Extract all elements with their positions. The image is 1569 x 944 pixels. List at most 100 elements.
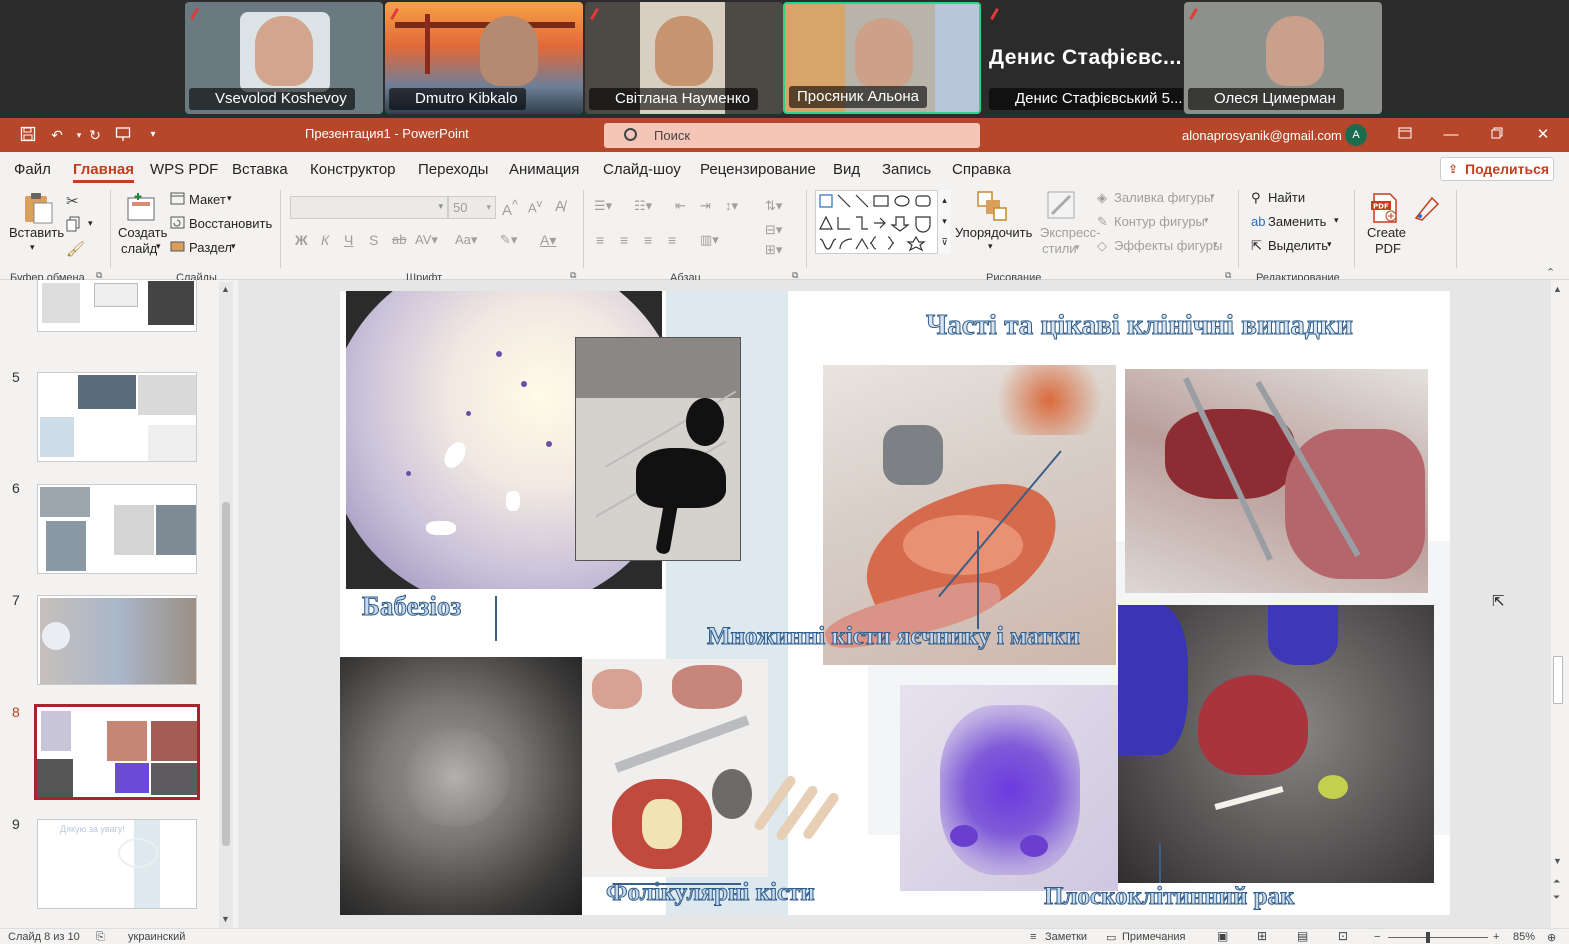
shape-effects-dropdown-icon[interactable]: ▾ (1213, 239, 1218, 250)
caption-squamous-carcinoma[interactable]: Плоскоклітинний рак (1043, 883, 1294, 911)
participant-tile[interactable]: Dmutro Kibkalo (385, 2, 583, 114)
collapse-ribbon-icon[interactable]: ⌃ (1546, 266, 1555, 279)
black-dog-photo[interactable] (575, 337, 741, 561)
align-left-icon[interactable]: ≡ (596, 232, 604, 248)
thumbnail-scroll-thumb[interactable] (222, 502, 230, 846)
line-spacing-icon[interactable]: ↕▾ (725, 198, 738, 214)
columns-icon[interactable]: ▥▾ (700, 232, 719, 248)
slide-thumbnail-9[interactable]: Дякую за увагу! (37, 819, 197, 909)
increase-font-icon[interactable]: A^ (502, 198, 518, 219)
font-name-dropdown-icon[interactable]: ▾ (438, 201, 443, 212)
excised-cysts-photo[interactable] (582, 659, 768, 877)
next-slide-icon[interactable]: ⏷ (1553, 892, 1560, 903)
italic-icon[interactable]: К (321, 232, 329, 248)
quick-styles-dropdown-icon[interactable]: ▾ (1075, 242, 1080, 253)
tab-design[interactable]: Конструктор (310, 161, 396, 178)
spellcheck-icon[interactable]: ⎘ (96, 931, 105, 944)
create-pdf-icon[interactable]: PDF (1369, 192, 1401, 224)
shape-outline-dropdown-icon[interactable]: ▾ (1204, 215, 1209, 226)
participant-tile[interactable]: Світлана Науменко (585, 2, 783, 114)
cut-icon[interactable]: ✂ (66, 192, 79, 210)
replace-dropdown-icon[interactable]: ▾ (1334, 215, 1339, 226)
shape-fill-dropdown-icon[interactable]: ▾ (1210, 191, 1215, 202)
arrange-dropdown-icon[interactable]: ▾ (988, 241, 993, 252)
caption-ovary-cysts[interactable]: Множинні кісти яєчнику і матки (707, 623, 1081, 651)
tab-wps-pdf[interactable]: WPS PDF (150, 161, 218, 178)
layout-dropdown-icon[interactable]: ▾ (227, 193, 232, 204)
decrease-indent-icon[interactable]: ⇤ (675, 198, 686, 214)
scroll-up-icon[interactable]: ▲ (221, 284, 230, 294)
notes-button[interactable]: Заметки (1045, 931, 1087, 943)
slide-thumbnail-4[interactable] (37, 280, 197, 332)
section-button[interactable]: Раздел (189, 240, 232, 255)
search-box[interactable]: Поиск (604, 123, 980, 148)
comments-button[interactable]: Примечания (1122, 931, 1186, 943)
section-dropdown-icon[interactable]: ▾ (231, 241, 236, 252)
previous-slide-icon[interactable]: ⏶ (1553, 876, 1560, 887)
copy-icon[interactable] (66, 216, 82, 235)
find-button[interactable]: Найти (1268, 190, 1305, 205)
paste-dropdown-icon[interactable]: ▾ (30, 242, 35, 253)
strikethrough-icon[interactable]: ab (392, 232, 406, 247)
slide-scrollbar[interactable]: ▲ ▼ ⏶ ⏷ (1551, 282, 1565, 928)
tab-slideshow[interactable]: Слайд-шоу (603, 161, 681, 178)
tab-review[interactable]: Рецензирование (700, 161, 816, 178)
zoom-level[interactable]: 85% (1513, 931, 1535, 943)
arrange-icon[interactable] (976, 190, 1008, 222)
zoom-slider-thumb[interactable] (1426, 932, 1430, 943)
squamous-carcinoma-cat-photo[interactable] (1118, 605, 1434, 883)
underline-icon[interactable]: Ч (344, 232, 353, 248)
tab-transitions[interactable]: Переходы (418, 161, 488, 178)
ovary-cyst-surgery-photo[interactable] (823, 365, 1116, 665)
zoom-slider[interactable] (1388, 937, 1488, 938)
change-case-icon[interactable]: Aa▾ (455, 232, 477, 248)
layout-button[interactable]: Макет (189, 192, 226, 207)
font-size-input[interactable]: 50 ▾ (448, 196, 496, 219)
slide-thumbnail-5[interactable] (37, 372, 197, 462)
quick-styles-label[interactable]: стили (1042, 241, 1077, 256)
text-direction-icon[interactable]: ⇅▾ (765, 198, 782, 214)
font-size-dropdown-icon[interactable]: ▾ (486, 197, 491, 218)
present-icon[interactable] (114, 126, 132, 144)
tab-home[interactable]: Главная (73, 161, 135, 183)
tab-record[interactable]: Запись (882, 161, 931, 178)
participant-tile[interactable]: Олеся Цимерман (1184, 2, 1382, 114)
numbering-icon[interactable]: ☷▾ (634, 198, 652, 214)
slide-thumbnail-6[interactable] (37, 484, 197, 574)
tab-view[interactable]: Вид (833, 161, 860, 178)
justify-icon[interactable]: ≡ (668, 232, 676, 248)
increase-indent-icon[interactable]: ⇥ (700, 198, 711, 214)
paste-button[interactable]: Вставить (9, 225, 64, 240)
slide-thumbnail-7[interactable] (37, 595, 197, 685)
select-dropdown-icon[interactable]: ▾ (1327, 239, 1332, 250)
shapes-scroll-icon[interactable]: ▴ ▾ ⊽ (937, 190, 951, 254)
create-pdf-button[interactable]: Create (1367, 225, 1406, 240)
tab-file[interactable]: Файл (14, 161, 51, 178)
slide-sorter-icon[interactable]: ⊞ (1257, 929, 1267, 943)
replace-button[interactable]: Заменить (1268, 214, 1326, 229)
align-center-icon[interactable]: ≡ (620, 232, 628, 248)
select-button[interactable]: Выделить (1268, 238, 1328, 253)
new-slide-icon[interactable] (124, 192, 158, 224)
minimize-icon[interactable]: — (1440, 124, 1462, 146)
thumbnail-scrollbar[interactable]: ▲ ▼ (219, 282, 233, 928)
tab-help[interactable]: Справка (952, 161, 1011, 178)
undo-icon[interactable]: ↶ (48, 126, 66, 144)
tab-animations[interactable]: Анимация (509, 161, 579, 178)
font-color-icon[interactable]: A▾ (540, 232, 556, 249)
shadow-icon[interactable]: S (369, 232, 378, 248)
bullets-icon[interactable]: ☰▾ (594, 198, 612, 214)
participant-tile[interactable]: Денис Стафієвс... Денис Стафієвський 5..… (985, 2, 1183, 114)
redo-icon[interactable]: ↻ (86, 126, 104, 144)
paste-icon[interactable] (20, 190, 54, 224)
new-slide-dropdown-icon[interactable]: ▾ (156, 241, 161, 252)
arrange-button[interactable]: Упорядочить (955, 225, 1032, 240)
smartart-icon[interactable]: ⊞▾ (765, 242, 782, 258)
designer-icon[interactable] (1412, 192, 1444, 224)
zoom-in-icon[interactable]: + (1493, 931, 1499, 943)
new-slide-label[interactable]: слайд (121, 241, 157, 256)
language-indicator[interactable]: украинский (128, 931, 185, 943)
shape-outline-button[interactable]: Контур фигуры (1114, 214, 1205, 229)
tab-insert[interactable]: Вставка (232, 161, 288, 178)
align-right-icon[interactable]: ≡ (644, 232, 652, 248)
